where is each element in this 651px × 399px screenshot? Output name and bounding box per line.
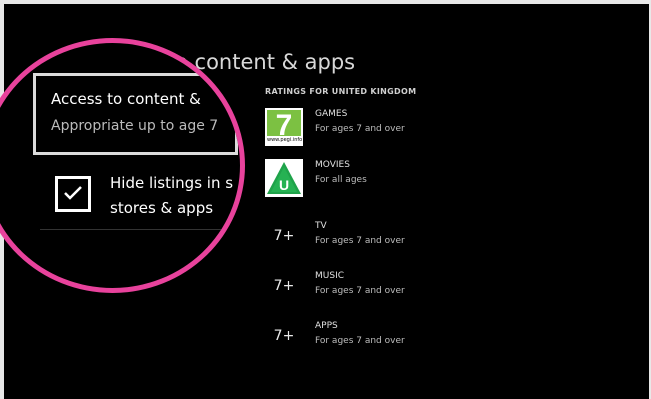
- rating-name: MUSIC: [315, 271, 345, 281]
- rating-row-apps: 7+ APPS For ages 7 and over: [265, 320, 515, 364]
- access-subtitle: Appropriate up to age 7: [51, 118, 219, 134]
- rating-desc: For ages 7 and over: [315, 236, 405, 246]
- magnified-content: Access to content & Appropriate up to ag…: [0, 43, 240, 288]
- ratings-header: RATINGS FOR UNITED KINGDOM: [265, 87, 417, 96]
- access-title: Access to content &: [51, 90, 201, 108]
- pegi-7-icon: 7 www.pegi.info: [265, 108, 303, 146]
- age-rating-glyph: 7+: [273, 328, 295, 344]
- rating-desc: For ages 7 and over: [315, 124, 405, 134]
- hide-listings-checkbox[interactable]: [55, 176, 91, 212]
- rating-name: TV: [315, 221, 327, 231]
- access-to-content-button[interactable]: Access to content & Appropriate up to ag…: [33, 73, 238, 155]
- hide-listings-label: Hide listings in s stores & apps: [110, 174, 234, 217]
- bbfc-u-icon: U: [265, 159, 303, 197]
- age-rating-glyph: 7+: [273, 228, 295, 244]
- rating-row-games: 7 www.pegi.info GAMES For ages 7 and ove…: [265, 108, 515, 152]
- pegi-footer: www.pegi.info: [267, 136, 303, 144]
- rating-row-tv: 7+ TV For ages 7 and over: [265, 220, 515, 264]
- rating-desc: For all ages: [315, 175, 367, 185]
- rating-name: APPS: [315, 321, 338, 331]
- rating-name: GAMES: [315, 109, 348, 119]
- bbfc-letter: U: [279, 177, 289, 193]
- rating-row-movies: U MOVIES For all ages: [265, 159, 515, 203]
- rating-desc: For ages 7 and over: [315, 336, 405, 346]
- bbfc-triangle: U: [267, 162, 301, 194]
- rating-name: MOVIES: [315, 160, 350, 170]
- rating-row-music: 7+ MUSIC For ages 7 and over: [265, 270, 515, 314]
- rating-desc: For ages 7 and over: [315, 286, 405, 296]
- magnifier-lens: Access to content & Appropriate up to ag…: [0, 38, 245, 293]
- age-rating-glyph: 7+: [273, 278, 295, 294]
- checkmark-icon: [64, 186, 82, 200]
- divider: [40, 229, 240, 230]
